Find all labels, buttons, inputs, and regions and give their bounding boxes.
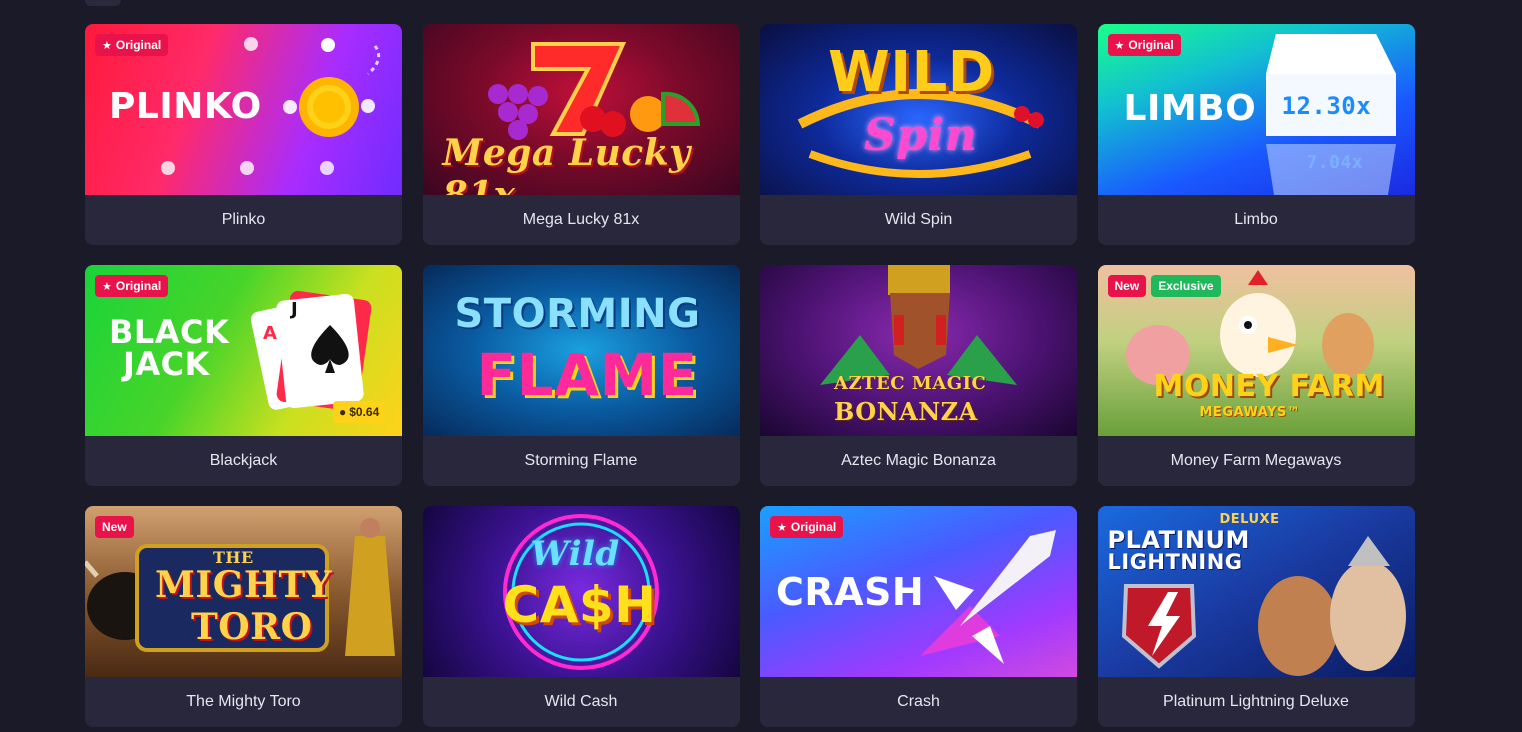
game-thumbnail: AZTEC MAGIC BONANZA — [760, 265, 1077, 436]
game-thumbnail: Wild CA$H — [422, 506, 740, 677]
multiplier-reflection: 7.04x — [1306, 152, 1364, 173]
art-title: Mega Lucky 81x — [442, 132, 691, 195]
game-thumbnail: New Exclusive MONEY FARM MEGAWAYS™ — [1097, 265, 1415, 436]
game-card-crash[interactable]: ★ Original CRASH Crash — [760, 506, 1077, 727]
game-thumbnail: DELUXE PLATINUM LIGHTNING — [1097, 506, 1415, 677]
game-thumbnail: ★ Original A J BLACK JACK ● $0.64 — [85, 265, 402, 436]
multiplier-text: 12.30x — [1281, 92, 1372, 120]
game-title: Wild Spin — [760, 195, 1077, 245]
star-icon: ★ — [777, 521, 787, 534]
art-title: CRASH — [776, 570, 925, 614]
game-title: Blackjack — [85, 436, 402, 486]
price-badge: ● $0.64 — [333, 401, 386, 423]
game-title: Storming Flame — [422, 436, 740, 486]
new-badge: New — [95, 516, 134, 538]
game-thumbnail: STORMING FLAME — [422, 265, 740, 436]
game-title: Aztec Magic Bonanza — [760, 436, 1077, 486]
art-title: LIGHTNING — [1107, 550, 1243, 574]
star-icon: ★ — [1114, 39, 1125, 52]
game-title: The Mighty Toro — [85, 677, 402, 727]
game-title: Crash — [760, 677, 1077, 727]
money-bag-icon: ● — [339, 405, 347, 419]
art-title: MONEY FARM — [1153, 369, 1385, 404]
art-title: Wild — [530, 534, 620, 574]
art-title: TORO — [191, 606, 313, 648]
game-thumbnail: ★ Original CRASH — [760, 506, 1077, 677]
game-thumbnail: WILD Spin — [760, 24, 1077, 195]
game-thumbnail: New THE MIGHTY TORO — [85, 506, 402, 677]
original-badge: ★ Original — [95, 275, 169, 297]
game-card-limbo[interactable]: ★ Original LIMBO 12.30x 7.04x Limbo — [1097, 24, 1415, 245]
game-title: Wild Cash — [422, 677, 740, 727]
card-rank: A — [263, 323, 278, 344]
art-subtitle: Spin — [864, 110, 978, 161]
original-badge: ★ Original — [770, 516, 844, 538]
original-badge: ★ Original — [1107, 34, 1181, 56]
game-card-platinum-lightning-deluxe[interactable]: DELUXE PLATINUM LIGHTNING Platinum Light… — [1097, 506, 1415, 727]
exclusive-badge: Exclusive — [1151, 275, 1221, 297]
art-title: WILD — [828, 40, 995, 105]
game-card-the-mighty-toro[interactable]: New THE MIGHTY TORO The Mighty Toro — [85, 506, 402, 727]
game-thumbnail: Mega Lucky 81x — [422, 24, 740, 195]
game-card-plinko[interactable]: ★ Original PLINKO Plinko — [85, 24, 402, 245]
game-card-wild-spin[interactable]: WILD Spin Wild Spin — [760, 24, 1077, 245]
game-card-wild-cash[interactable]: Wild CA$H Wild Cash — [422, 506, 740, 727]
new-badge: New — [1107, 275, 1147, 297]
art-subtitle: MEGAWAYS™ — [1199, 405, 1301, 420]
game-card-mega-lucky-81x[interactable]: Mega Lucky 81x Mega Lucky 81x — [422, 24, 740, 245]
star-icon: ★ — [102, 280, 112, 293]
game-grid: ★ Original PLINKO Plinko Mega Lucky 81x … — [85, 24, 1415, 727]
card-rank: J — [291, 299, 299, 320]
game-title: Platinum Lightning Deluxe — [1097, 677, 1415, 727]
art-title: JACK — [123, 345, 210, 383]
game-title: Money Farm Megaways — [1097, 436, 1415, 486]
original-badge: ★ Original — [95, 34, 169, 56]
game-thumbnail: ★ Original LIMBO 12.30x 7.04x — [1097, 24, 1415, 195]
game-card-money-farm-megaways[interactable]: New Exclusive MONEY FARM MEGAWAYS™ Money… — [1097, 265, 1415, 486]
art-title: MIGHTY — [155, 564, 332, 606]
game-card-storming-flame[interactable]: STORMING FLAME Storming Flame — [422, 265, 740, 486]
art-subtitle: FLAME — [476, 341, 698, 409]
game-card-aztec-magic-bonanza[interactable]: AZTEC MAGIC BONANZA Aztec Magic Bonanza — [760, 265, 1077, 486]
star-icon: ★ — [102, 39, 112, 52]
art-title: STORMING — [454, 291, 701, 337]
game-title: Limbo — [1097, 195, 1415, 245]
art-title: DELUXE — [1219, 512, 1280, 527]
game-title: Plinko — [85, 195, 402, 245]
art-title: BLACK — [109, 313, 230, 351]
art-subtitle: CA$H — [502, 576, 657, 634]
art-title: AZTEC MAGIC — [834, 373, 987, 394]
game-thumbnail: ★ Original PLINKO — [85, 24, 402, 195]
art-title: LIMBO — [1123, 88, 1257, 129]
game-title: Mega Lucky 81x — [422, 195, 740, 245]
game-card-blackjack[interactable]: ★ Original A J BLACK JACK ● $0.64 Blackjac… — [85, 265, 402, 486]
art-subtitle: BONANZA — [834, 397, 978, 426]
art-title: PLINKO — [109, 86, 262, 127]
top-tab[interactable] — [85, 0, 121, 6]
